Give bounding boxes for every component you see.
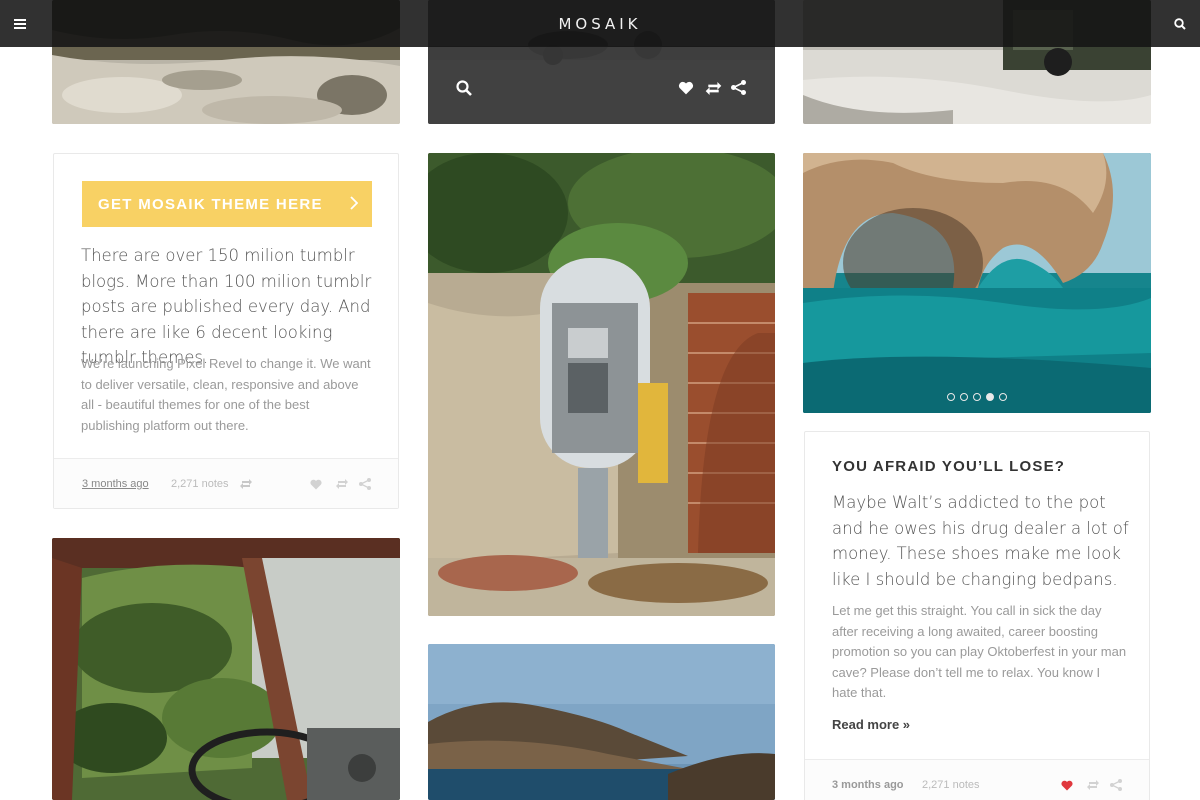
slider-dot-2[interactable]	[960, 393, 968, 401]
slider-dot-4[interactable]	[986, 393, 994, 401]
share-icon[interactable]	[731, 80, 746, 95]
post-title[interactable]: YOU AFRAID YOU’LL LOSE?	[832, 458, 1065, 475]
heart-icon[interactable]	[1061, 780, 1073, 791]
slider-dot-5[interactable]	[999, 393, 1007, 401]
search-icon	[1174, 17, 1186, 30]
share-icon[interactable]	[1110, 779, 1122, 791]
photo-slider-sea-cave[interactable]	[803, 153, 1151, 413]
top-navigation-bar: MOSAIK	[0, 0, 1200, 47]
notes-count[interactable]: 2,271 notes	[922, 779, 980, 791]
reblog-icon[interactable]	[1087, 780, 1099, 790]
image-action-bar	[428, 46, 775, 124]
photo-old-truck-interior[interactable]	[52, 538, 400, 800]
reblog-icon[interactable]	[240, 479, 252, 489]
photo-coastline[interactable]	[428, 644, 775, 800]
post-lead-text: Maybe Walt’s addicted to the pot and he …	[832, 493, 1129, 589]
slider-dot-3[interactable]	[973, 393, 981, 401]
chevron-right-icon	[350, 196, 358, 210]
post-footer: 3 months ago 2,271 notes	[805, 759, 1149, 800]
heart-icon[interactable]	[310, 479, 322, 490]
share-icon[interactable]	[359, 478, 371, 490]
menu-icon	[14, 18, 26, 29]
reblog-icon[interactable]	[705, 82, 722, 95]
photo-payphone[interactable]	[428, 153, 775, 616]
promo-body-text: We're launching Pixel Revel to change it…	[81, 356, 371, 433]
heart-icon[interactable]	[678, 81, 694, 95]
get-theme-button[interactable]: GET MOSAIK THEME HERE	[82, 181, 372, 227]
search-button[interactable]	[1160, 0, 1200, 47]
zoom-icon[interactable]	[456, 80, 472, 96]
text-post-card: YOU AFRAID YOU’LL LOSE? Maybe Walt’s add…	[804, 431, 1150, 800]
post-footer: 3 months ago 2,271 notes	[54, 458, 398, 508]
slider-dot-1[interactable]	[947, 393, 955, 401]
read-more-link[interactable]: Read more »	[832, 717, 910, 732]
notes-count[interactable]: 2,271 notes	[171, 478, 229, 490]
slider-pagination	[803, 388, 1151, 406]
site-title[interactable]: MOSAIK	[558, 15, 641, 33]
post-date-link[interactable]: 3 months ago	[832, 779, 904, 791]
post-date-link[interactable]: 3 months ago	[82, 478, 149, 490]
get-theme-button-label: GET MOSAIK THEME HERE	[98, 195, 323, 213]
promo-card: GET MOSAIK THEME HERE There are over 150…	[53, 153, 399, 509]
menu-button[interactable]	[0, 0, 40, 47]
promo-lead-text: There are over 150 milion tumblr blogs. …	[81, 246, 372, 367]
reblog-icon[interactable]	[336, 479, 348, 489]
post-body-text: Let me get this straight. You call in si…	[832, 603, 1127, 701]
